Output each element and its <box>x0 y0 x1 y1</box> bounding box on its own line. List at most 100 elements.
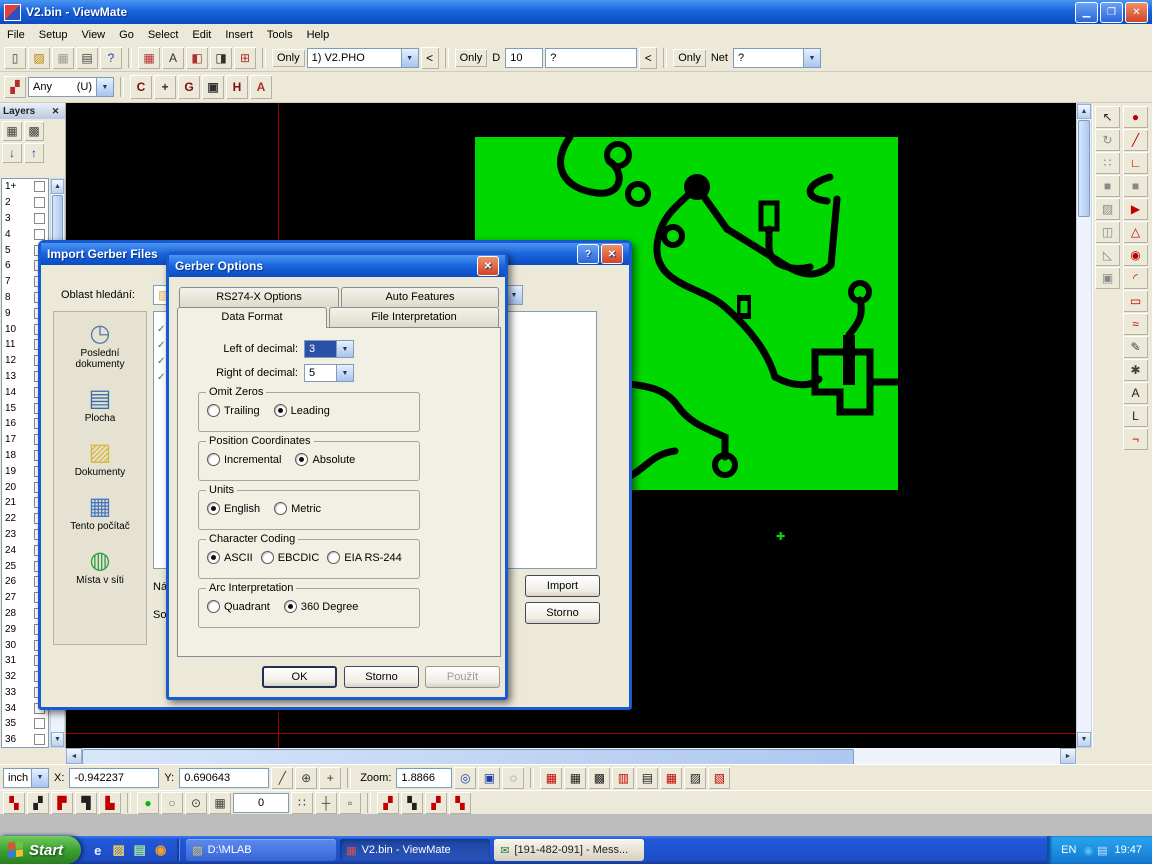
menu-insert[interactable]: Insert <box>218 26 260 44</box>
sketch-icon[interactable]: ✎ <box>1123 336 1148 358</box>
scroll-right-icon[interactable]: ► <box>1060 748 1076 764</box>
pouzit-button[interactable]: Použít <box>425 666 500 688</box>
scroll-up-icon[interactable]: ▲ <box>51 179 64 194</box>
prev-layer-button[interactable]: < <box>421 47 439 69</box>
scrollbar-thumb[interactable] <box>82 749 854 765</box>
layer-row[interactable]: 1+ <box>2 179 48 195</box>
menu-tools[interactable]: Tools <box>260 26 300 44</box>
draw-arc-icon[interactable]: ◜ <box>1123 267 1148 289</box>
layer-pattern-icon-1[interactable]: ▚ <box>3 792 25 814</box>
scroll-down-icon[interactable]: ▼ <box>1077 732 1091 747</box>
layer-pattern-icon-4[interactable]: ▜ <box>75 792 97 814</box>
language-indicator[interactable]: EN <box>1061 844 1076 856</box>
print-icon[interactable]: ▤ <box>76 47 98 69</box>
draw-curve-icon[interactable]: ≈ <box>1123 313 1148 335</box>
zoom-all-icon[interactable]: ◌ <box>502 767 524 789</box>
place-desktop[interactable]: ▤ Plocha <box>57 387 143 424</box>
ie-launch-icon[interactable]: e <box>89 842 106 859</box>
aperture-combo[interactable]: Any (U) ▼ <box>28 77 114 97</box>
grid-red-icon[interactable]: ▦ <box>540 767 562 789</box>
add-text-icon[interactable]: A <box>1123 382 1148 404</box>
grid-toggle-icon[interactable]: ▦ <box>209 792 231 814</box>
radio-trailing[interactable]: Trailing <box>207 404 260 417</box>
chevron-down-icon[interactable]: ▼ <box>31 769 48 787</box>
import-button[interactable]: Import <box>525 575 600 597</box>
minimize-button[interactable]: ▁ <box>1075 2 1098 23</box>
prev-dcode-button[interactable]: < <box>639 47 657 69</box>
dcode-field[interactable]: 10 <box>505 48 543 68</box>
close-icon[interactable]: ✕ <box>477 256 499 276</box>
point-grid-icon[interactable]: ∷ <box>1095 152 1120 174</box>
menu-file[interactable]: File <box>0 26 32 44</box>
layer-row[interactable]: 2 <box>2 195 48 211</box>
chevron-down-icon[interactable]: ▼ <box>336 341 353 357</box>
snap-center-icon[interactable]: ┼ <box>315 792 337 814</box>
array-icon[interactable]: ▣ <box>1095 267 1120 289</box>
radio-360-degree[interactable]: 360 Degree <box>284 600 359 613</box>
snap-vertex-icon[interactable]: ▫ <box>339 792 361 814</box>
chevron-down-icon[interactable]: ▼ <box>803 49 820 67</box>
highlight-lamp-icon[interactable]: ○ <box>161 792 183 814</box>
canvas-vscrollbar[interactable]: ▲ ▼ <box>1076 103 1092 748</box>
flash-grid-icon[interactable]: ▦ <box>660 767 682 789</box>
flash-pattern-icon-4[interactable]: ▚ <box>449 792 471 814</box>
storno-button[interactable]: Storno <box>344 666 419 688</box>
layer-colors-icon[interactable]: ▩ <box>24 121 44 141</box>
menu-help[interactable]: Help <box>300 26 337 44</box>
move-origin-icon[interactable]: + <box>319 767 341 789</box>
measure-distance-icon[interactable]: ╱ <box>271 767 293 789</box>
canvas-hscrollbar[interactable]: ◄ ► <box>66 748 1076 764</box>
h-tool-icon[interactable]: H <box>226 75 248 99</box>
input-tray-icon[interactable]: ▤ <box>1097 844 1107 857</box>
menu-select[interactable]: Select <box>141 26 186 44</box>
radio-absolute[interactable]: Absolute <box>295 453 355 466</box>
draw-triangle-icon[interactable]: △ <box>1123 221 1148 243</box>
settings-icon[interactable]: ✱ <box>1123 359 1148 381</box>
flash-pattern-icon-1[interactable]: ▞ <box>377 792 399 814</box>
radio-quadrant[interactable]: Quadrant <box>207 600 270 613</box>
close-icon[interactable]: ✕ <box>49 105 62 117</box>
radio-english[interactable]: English <box>207 502 260 515</box>
tab-data-format[interactable]: Data Format <box>177 307 327 328</box>
place-computer[interactable]: ▦ Tento počítač <box>57 495 143 532</box>
grid-black-icon[interactable]: ▦ <box>564 767 586 789</box>
probe-icon[interactable]: ⊙ <box>185 792 207 814</box>
clock[interactable]: 19:47 <box>1114 844 1142 856</box>
radio-ebcdic[interactable]: EBCDIC <box>261 551 320 564</box>
place-recent-documents[interactable]: ◷ Poslední dokumenty <box>57 322 143 370</box>
cancel-button[interactable]: Storno <box>525 602 600 624</box>
mixed-grid-icon[interactable]: ▨ <box>684 767 706 789</box>
rotate-view-icon[interactable]: ↻ <box>1095 129 1120 151</box>
tab-file-interpretation[interactable]: File Interpretation <box>329 307 499 327</box>
radio-incremental[interactable]: Incremental <box>207 453 281 466</box>
dcode-filter-field[interactable]: ? <box>545 48 637 68</box>
chevron-down-icon[interactable]: ▼ <box>401 49 418 67</box>
close-icon[interactable]: ✕ <box>601 244 623 264</box>
gerber-tool-icon[interactable]: G <box>178 75 200 99</box>
tab-auto-features[interactable]: Auto Features <box>341 287 499 307</box>
scroll-down-icon[interactable]: ▼ <box>51 732 64 747</box>
measure-tool-icon[interactable]: ⊞ <box>234 47 256 69</box>
select-grid-icon[interactable]: ▧ <box>708 767 730 789</box>
start-button[interactable]: Start <box>0 836 81 864</box>
draw-rectangle-icon[interactable]: ■ <box>1123 175 1148 197</box>
layer-pattern-icon-2[interactable]: ▞ <box>27 792 49 814</box>
chevron-down-icon[interactable]: ▼ <box>336 365 353 381</box>
flash-pattern-icon-3[interactable]: ▞ <box>425 792 447 814</box>
layer-combo[interactable]: 1) V2.PHO ▼ <box>307 48 419 68</box>
highlight-aperture-icon[interactable]: A <box>162 47 184 69</box>
help-icon[interactable]: ? <box>577 244 599 264</box>
radio-ascii[interactable]: ASCII <box>207 551 253 564</box>
open-folder-icon[interactable]: ▨ <box>28 47 50 69</box>
scroll-left-icon[interactable]: ◄ <box>66 748 82 764</box>
draw-polyline-icon[interactable]: ∟ <box>1123 152 1148 174</box>
layer-row[interactable]: 3 <box>2 211 48 227</box>
net-combo[interactable]: ? ▼ <box>733 48 821 68</box>
layer-swap-icon[interactable]: ▞ <box>4 76 26 98</box>
new-file-icon[interactable]: ▯ <box>4 47 26 69</box>
set-origin-icon[interactable]: ⊕ <box>295 767 317 789</box>
hatch-area-icon[interactable]: ▨ <box>1095 198 1120 220</box>
draw-dashed-rect-icon[interactable]: ▭ <box>1123 290 1148 312</box>
radio-eia-rs244[interactable]: EIA RS-244 <box>327 551 401 564</box>
via-grid-icon[interactable]: ▥ <box>612 767 634 789</box>
